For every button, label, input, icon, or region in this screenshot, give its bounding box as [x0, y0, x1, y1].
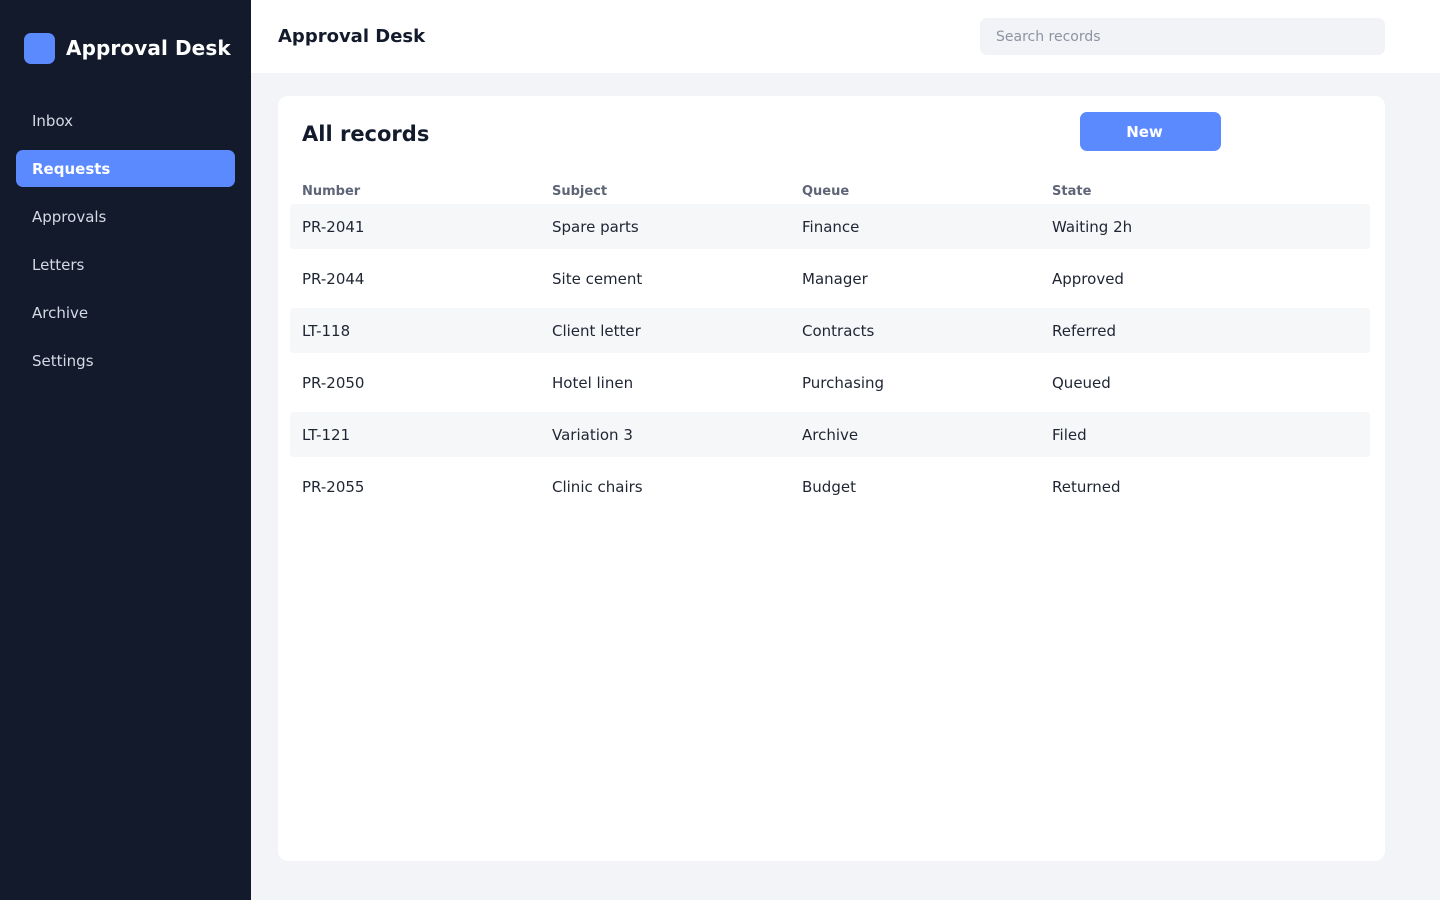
new-button[interactable]: New [1080, 112, 1221, 151]
cell-queue: Budget [802, 477, 856, 496]
table-row[interactable]: PR-2041 Spare parts Finance Waiting 2h [290, 204, 1370, 249]
table-row[interactable]: LT-121 Variation 3 Archive Filed [290, 412, 1370, 457]
cell-state: Queued [1052, 373, 1111, 392]
sidebar-nav: Inbox Requests Approvals Letters Archive… [16, 102, 235, 379]
sidebar-item-archive[interactable]: Archive [16, 294, 235, 331]
sidebar-item-requests[interactable]: Requests [16, 150, 235, 187]
records-title: All records [302, 122, 430, 146]
cell-subject: Clinic chairs [552, 477, 643, 496]
column-header-number[interactable]: Number [302, 184, 552, 199]
cell-number: PR-2041 [302, 217, 365, 236]
cell-state: Approved [1052, 269, 1124, 288]
records-table: Number Subject Queue State PR-2041 Spare… [290, 178, 1370, 509]
cell-number: LT-118 [302, 321, 351, 340]
table-row[interactable]: PR-2055 Clinic chairs Budget Returned [290, 464, 1370, 509]
page-title: Approval Desk [278, 26, 426, 47]
cell-state: Returned [1052, 477, 1121, 496]
cell-state: Waiting 2h [1052, 217, 1133, 236]
table-row[interactable]: LT-118 Client letter Contracts Referred [290, 308, 1370, 353]
brand: Approval Desk [16, 0, 235, 96]
cell-number: PR-2055 [302, 477, 365, 496]
sidebar-item-letters[interactable]: Letters [16, 246, 235, 283]
table-row[interactable]: PR-2050 Hotel linen Purchasing Queued [290, 360, 1370, 405]
cell-number: LT-121 [302, 425, 351, 444]
top-bar: Approval Desk [251, 0, 1440, 73]
cell-subject: Site cement [552, 269, 643, 288]
brand-name: Approval Desk [66, 36, 231, 60]
sidebar-item-settings[interactable]: Settings [16, 342, 235, 379]
table-body: PR-2041 Spare parts Finance Waiting 2h P… [290, 204, 1370, 509]
rounded-square-logo-icon [24, 32, 55, 64]
cell-subject: Spare parts [552, 217, 639, 236]
column-header-queue[interactable]: Queue [802, 184, 1052, 199]
table-header: Number Subject Queue State [290, 178, 1370, 204]
cell-subject: Variation 3 [552, 425, 633, 444]
search-input[interactable] [980, 18, 1385, 55]
sidebar-item-inbox[interactable]: Inbox [16, 102, 235, 139]
sidebar: Approval Desk Inbox Requests Approvals L… [0, 0, 251, 900]
records-card-header: All records New [290, 112, 1370, 156]
app-window: Approval Desk Inbox Requests Approvals L… [0, 0, 1440, 900]
cell-queue: Archive [802, 425, 859, 444]
main-area: Approval Desk All records New Number Sub… [251, 0, 1440, 900]
cell-queue: Purchasing [802, 373, 885, 392]
cell-queue: Manager [802, 269, 868, 288]
cell-queue: Finance [802, 217, 860, 236]
content-area: All records New Number Subject Queue Sta… [251, 73, 1440, 900]
sidebar-item-approvals[interactable]: Approvals [16, 198, 235, 235]
cell-queue: Contracts [802, 321, 875, 340]
records-card: All records New Number Subject Queue Sta… [278, 96, 1385, 861]
cell-subject: Client letter [552, 321, 641, 340]
cell-state: Filed [1052, 425, 1087, 444]
cell-subject: Hotel linen [552, 373, 634, 392]
column-header-state[interactable]: State [1052, 184, 1302, 199]
cell-number: PR-2044 [302, 269, 365, 288]
cell-number: PR-2050 [302, 373, 365, 392]
column-header-subject[interactable]: Subject [552, 184, 802, 199]
cell-state: Referred [1052, 321, 1116, 340]
table-row[interactable]: PR-2044 Site cement Manager Approved [290, 256, 1370, 301]
